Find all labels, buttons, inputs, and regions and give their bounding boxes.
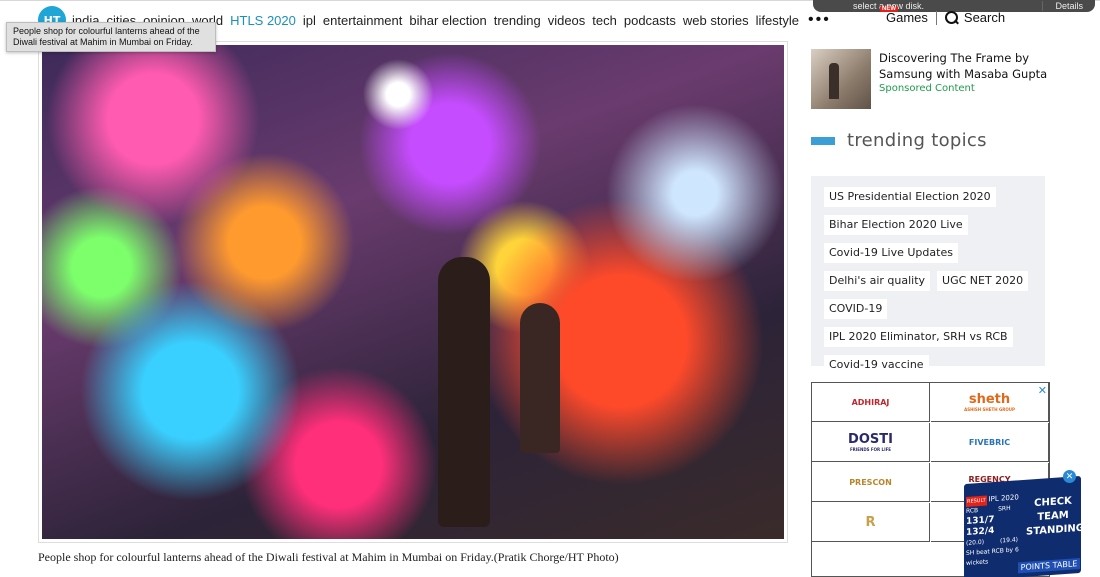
tools-divider bbox=[935, 10, 937, 25]
score-a: 131/7 bbox=[966, 514, 995, 527]
team-a: RCB bbox=[966, 507, 979, 515]
shopper-figure bbox=[438, 257, 490, 527]
shopper-figure-2 bbox=[520, 303, 560, 453]
nav-item-lifestyle[interactable]: lifestyle bbox=[756, 13, 799, 28]
sponsored-thumbnail bbox=[811, 49, 871, 109]
more-menu-icon[interactable]: ••• bbox=[808, 12, 831, 28]
article-photo-frame bbox=[38, 41, 788, 543]
points-table-button[interactable]: POINTS TABLE bbox=[1018, 557, 1080, 574]
trending-title: trending topics bbox=[847, 130, 987, 151]
nav-item-trending[interactable]: trending bbox=[494, 13, 541, 28]
ipl-standings-widget[interactable]: RESULT IPL 2020 RCB SRH 131/7 132/4 (20.… bbox=[964, 475, 1081, 577]
lanterns-photo[interactable] bbox=[42, 45, 784, 539]
system-notification-details-button[interactable]: Details bbox=[1042, 1, 1083, 11]
score-b: 132/4 bbox=[966, 525, 995, 538]
nav-item-htls-2020[interactable]: HTLS 2020 bbox=[230, 13, 296, 28]
trending-topic-chip[interactable]: US Presidential Election 2020 bbox=[824, 187, 996, 207]
ipl-close-icon[interactable]: ✕ bbox=[1063, 470, 1076, 483]
ad-brand-name: FIVEBRIC bbox=[968, 437, 1011, 447]
photo-caption: People shop for colourful lanterns ahead… bbox=[38, 550, 619, 564]
games-new-badge: NEW bbox=[880, 6, 898, 12]
overs-a: (20.0) bbox=[966, 538, 985, 547]
match-summary: SH beat RCB by 6 wickets bbox=[966, 546, 1019, 567]
ad-brand-name: PRESCON bbox=[849, 477, 892, 487]
overs-b: (19.4) bbox=[999, 536, 1019, 545]
ad-brand-logo[interactable]: PRESCON bbox=[812, 463, 930, 502]
trending-topic-chip[interactable]: IPL 2020 Eliminator, SRH vs RCB bbox=[824, 327, 1013, 347]
nav-item-web-stories[interactable]: web stories bbox=[683, 13, 749, 28]
team-b: SRH bbox=[998, 504, 1011, 513]
nav-item-ipl[interactable]: ipl bbox=[303, 13, 316, 28]
image-tooltip: People shop for colourful lanterns ahead… bbox=[6, 22, 216, 52]
ad-brand-logo[interactable]: ADHIRAJ bbox=[812, 383, 930, 422]
ad-brand-logo[interactable]: sheth ASHISH SHETH GROUP bbox=[931, 383, 1049, 422]
ad-brand-name: ADHIRAJ bbox=[851, 397, 890, 407]
sponsored-card[interactable]: Discovering The Frame by Samsung with Ma… bbox=[811, 49, 1051, 109]
search-icon bbox=[944, 10, 959, 25]
search-button[interactable]: Search bbox=[944, 10, 1006, 25]
trending-topic-chip[interactable]: Bihar Election 2020 Live bbox=[824, 215, 968, 235]
result-badge: RESULT bbox=[966, 495, 987, 507]
ad-brand-name: sheth bbox=[968, 392, 1011, 407]
trending-topic-chip[interactable]: Covid-19 vaccine bbox=[824, 355, 929, 375]
trending-accent-bar bbox=[811, 136, 835, 145]
trending-topics-list: US Presidential Election 2020 Bihar Elect… bbox=[811, 176, 1045, 375]
nav-item-tech[interactable]: tech bbox=[592, 13, 617, 28]
trending-heading: trending topics bbox=[811, 130, 987, 151]
check-team-standings-button[interactable]: CHECK TEAM STANDINGS bbox=[1026, 494, 1081, 540]
sponsored-title[interactable]: Discovering The Frame by Samsung with Ma… bbox=[879, 50, 1054, 82]
trending-topic-chip[interactable]: Delhi's air quality bbox=[824, 271, 931, 291]
ad-brand-tagline: FRIENDS FOR LIFE bbox=[849, 447, 892, 452]
nav-item-videos[interactable]: videos bbox=[548, 13, 586, 28]
ad-brand-tagline: ASHISH SHETH GROUP bbox=[964, 407, 1015, 412]
trending-topic-chip[interactable]: COVID-19 bbox=[824, 299, 888, 319]
ipl-result: RESULT IPL 2020 RCB SRH 131/7 132/4 (20.… bbox=[966, 492, 1020, 569]
trending-topic-chip[interactable]: Covid-19 Live Updates bbox=[824, 243, 958, 263]
ad-brand-name: R bbox=[865, 514, 876, 530]
nav-item-podcasts[interactable]: podcasts bbox=[624, 13, 676, 28]
nav-item-entertainment[interactable]: entertainment bbox=[323, 13, 403, 28]
header-tools: NEW Games Search bbox=[880, 6, 1006, 25]
ad-brand-name: DOSTI bbox=[848, 432, 893, 447]
ipl-title: IPL 2020 bbox=[988, 493, 1019, 504]
ad-brand-logo[interactable]: FIVEBRIC bbox=[931, 423, 1049, 462]
ad-brand-logo[interactable]: R bbox=[812, 503, 930, 542]
games-label: Games bbox=[886, 10, 928, 25]
ad-brand-logo[interactable]: DOSTI FRIENDS FOR LIFE bbox=[812, 423, 930, 462]
games-link[interactable]: NEW Games bbox=[880, 6, 928, 25]
sponsored-label: Sponsored Content bbox=[879, 83, 975, 94]
nav-item-bihar-election[interactable]: bihar election bbox=[409, 13, 486, 28]
search-label: Search bbox=[963, 10, 1006, 25]
trending-topic-chip[interactable]: UGC NET 2020 bbox=[937, 271, 1029, 291]
